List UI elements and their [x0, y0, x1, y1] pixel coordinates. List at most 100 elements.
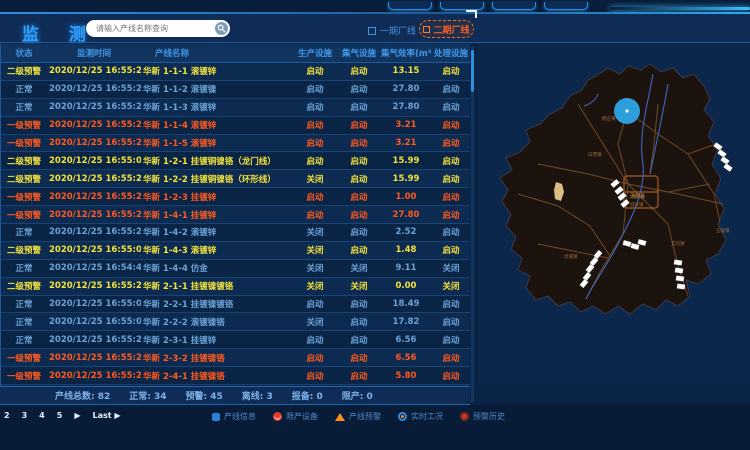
cell-prod: 启动 [293, 137, 337, 149]
cell-eff: 1.48 [381, 245, 431, 255]
legend-预警历史[interactable]: 预警历史 [460, 411, 505, 422]
cell-gas: 启动 [337, 119, 381, 131]
enterprise-marker-icon[interactable] [723, 163, 732, 172]
page-button[interactable]: 5 [57, 411, 63, 420]
cell-eff: 5.80 [381, 371, 431, 381]
cell-prod: 启动 [293, 352, 337, 364]
cell-name: 华新 2-4-1 挂镀镍铬 [141, 370, 293, 382]
header-ornament [492, 2, 536, 10]
cell-name: 华新 1-1-5 滚镀锌 [141, 137, 293, 149]
place-label: 伏道镇 [564, 253, 578, 260]
table-row[interactable]: 一级预警2020/12/25 16:55:24华新 2-4-1 挂镀镍铬启动启动… [1, 367, 470, 385]
table-row[interactable]: 二级预警2020/12/25 16:55:24华新 1-1-1 滚镀锌启动启动1… [1, 63, 470, 81]
cell-time: 2020/12/25 16:55:24 [47, 84, 141, 94]
cell-status: 二级预警 [1, 244, 47, 256]
cell-time: 2020/12/25 16:55:24 [47, 371, 141, 381]
header-ornament [440, 2, 484, 10]
cell-treat: 启动 [431, 352, 470, 364]
table-row[interactable]: 一级预警2020/12/25 16:55:24华新 1-4-1 挂镀锌启动启动2… [1, 206, 470, 224]
cell-time: 2020/12/25 16:55:24 [47, 210, 141, 220]
district-map: 韩庄镇白营镇汤阴县城关镇五陵镇宜沟镇伏道镇 [478, 44, 750, 386]
phase2-line-button[interactable]: 二期厂线 [419, 20, 474, 38]
cell-time: 2020/12/25 16:55:04 [47, 317, 141, 327]
page-button[interactable]: 4 [39, 411, 45, 420]
table-row[interactable]: 正常2020/12/25 16:55:24华新 1-4-2 滚镀锌关闭启动2.5… [1, 224, 470, 242]
enterprise-marker-icon[interactable] [717, 149, 726, 158]
enterprise-marker-icon[interactable] [677, 283, 686, 289]
cell-time: 2020/12/25 16:55:24 [47, 192, 141, 202]
scrollbar-thumb[interactable] [471, 50, 474, 92]
search-icon[interactable] [215, 22, 228, 35]
place-label: 韩庄镇 [602, 115, 616, 122]
cell-status: 一级预警 [1, 209, 47, 221]
legend-实时工况[interactable]: 实时工况 [398, 411, 443, 422]
table-row[interactable]: 正常2020/12/25 16:55:24华新 1-1-2 滚镀镍启动启动27.… [1, 81, 470, 99]
cell-time: 2020/12/25 16:55:04 [47, 245, 141, 255]
cell-status: 正常 [1, 83, 47, 95]
column-header: 生产设施 [293, 47, 337, 59]
place-label: 白营镇 [588, 151, 602, 158]
place-label: 宜沟镇 [671, 240, 685, 247]
legend-产线预警[interactable]: 产线预警 [335, 411, 381, 422]
table-row[interactable]: 正常2020/12/25 16:55:04华新 2-2-1 挂镀镍镀铬启动启动1… [1, 296, 470, 314]
enterprise-marker-icon[interactable] [676, 275, 685, 281]
cell-name: 华新 1-1-2 滚镀镍 [141, 83, 293, 95]
cell-time: 2020/12/25 16:55:24 [47, 335, 141, 345]
enterprise-marker-icon[interactable] [720, 156, 729, 165]
page-button[interactable]: 3 [22, 411, 28, 420]
warning-history-icon [460, 412, 469, 421]
table-row[interactable]: 正常2020/12/25 16:55:24华新 2-3-1 挂镀锌启动启动6.5… [1, 331, 470, 349]
place-label: 五陵镇 [716, 227, 730, 234]
cell-name: 华新 1-1-3 滚镀锌 [141, 101, 293, 113]
cell-name: 华新 2-3-2 挂镀镍铬 [141, 352, 293, 364]
place-label: 城关镇 [630, 201, 644, 208]
pagination: 2 3 4 5 ▶ Last ▶ [4, 411, 121, 420]
table-row[interactable]: 正常2020/12/25 16:54:44华新 1-4-4 仿金关闭关闭9.11… [1, 260, 470, 278]
cell-status: 一级预警 [1, 370, 47, 382]
cell-gas: 启动 [337, 316, 381, 328]
cell-gas: 启动 [337, 155, 381, 167]
stat-产线总数: 产线总数: 82 [55, 389, 110, 402]
cell-eff: 17.82 [381, 317, 431, 327]
legend-限产设备[interactable]: 限产设备 [273, 411, 318, 422]
table-row[interactable]: 正常2020/12/25 16:55:04华新 2-2-2 滚镀镍铬关闭启动17… [1, 313, 470, 331]
cell-name: 华新 1-4-1 挂镀锌 [141, 209, 293, 221]
cell-prod: 关闭 [293, 316, 337, 328]
table-row[interactable]: 一级预警2020/12/25 16:55:24华新 2-3-2 挂镀镍铬启动启动… [1, 349, 470, 367]
cell-time: 2020/12/25 16:55:24 [47, 353, 141, 363]
cell-gas: 启动 [337, 83, 381, 95]
checkbox-icon[interactable] [368, 27, 376, 35]
enterprise-marker-icon[interactable] [675, 267, 684, 273]
cell-eff: 15.99 [381, 174, 431, 184]
legend-产线信息[interactable]: 产线信息 [212, 411, 256, 422]
table-row[interactable]: 二级预警2020/12/25 16:55:04华新 1-4-3 滚镀锌关闭启动1… [1, 242, 470, 260]
table-row[interactable]: 正常2020/12/25 16:55:24华新 1-1-3 滚镀锌启动启动27.… [1, 99, 470, 117]
cell-status: 一级预警 [1, 119, 47, 131]
cell-treat: 启动 [431, 191, 470, 203]
cell-name: 华新 2-2-1 挂镀镍镀铬 [141, 298, 293, 310]
checkbox-icon[interactable] [423, 26, 430, 33]
page-button[interactable]: Last ▶ [92, 411, 120, 420]
search-input[interactable] [86, 24, 215, 33]
table-row[interactable]: 一级预警2020/12/25 16:55:24华新 1-1-5 滚镀锌启动启动3… [1, 135, 470, 153]
phase1-line-checkbox[interactable]: 一期厂线 [368, 24, 416, 37]
cell-status: 一级预警 [1, 191, 47, 203]
column-header: 状态 [1, 47, 47, 59]
cell-treat: 启动 [431, 226, 470, 238]
table-row[interactable]: 一级预警2020/12/25 16:55:24华新 1-2-3 挂镀锌启动启动1… [1, 188, 470, 206]
cell-time: 2020/12/25 16:55:24 [47, 227, 141, 237]
cell-name: 华新 1-1-4 滚镀锌 [141, 119, 293, 131]
cell-treat: 启动 [431, 244, 470, 256]
page-button[interactable]: 2 [4, 411, 10, 420]
table-row[interactable]: 二级预警2020/12/25 16:55:04华新 1-2-1 挂镀铜镍铬（龙门… [1, 152, 470, 170]
cell-treat: 启动 [431, 101, 470, 113]
cell-status: 一级预警 [1, 352, 47, 364]
table-row[interactable]: 一级预警2020/12/25 16:55:24华新 1-1-4 滚镀锌启动启动3… [1, 117, 470, 135]
cell-eff: 1.00 [381, 192, 431, 202]
table-row[interactable]: 二级预警2020/12/25 16:55:24华新 1-2-2 挂镀铜镍铬（环形… [1, 170, 470, 188]
table-scrollbar[interactable] [471, 46, 474, 402]
page-button[interactable]: ▶ [74, 411, 80, 420]
enterprise-marker-icon[interactable] [674, 259, 683, 265]
table-row[interactable]: 二级预警2020/12/25 16:55:24华新 2-1-1 挂镀镍镀铬关闭关… [1, 278, 470, 296]
header-ornament [544, 2, 588, 10]
